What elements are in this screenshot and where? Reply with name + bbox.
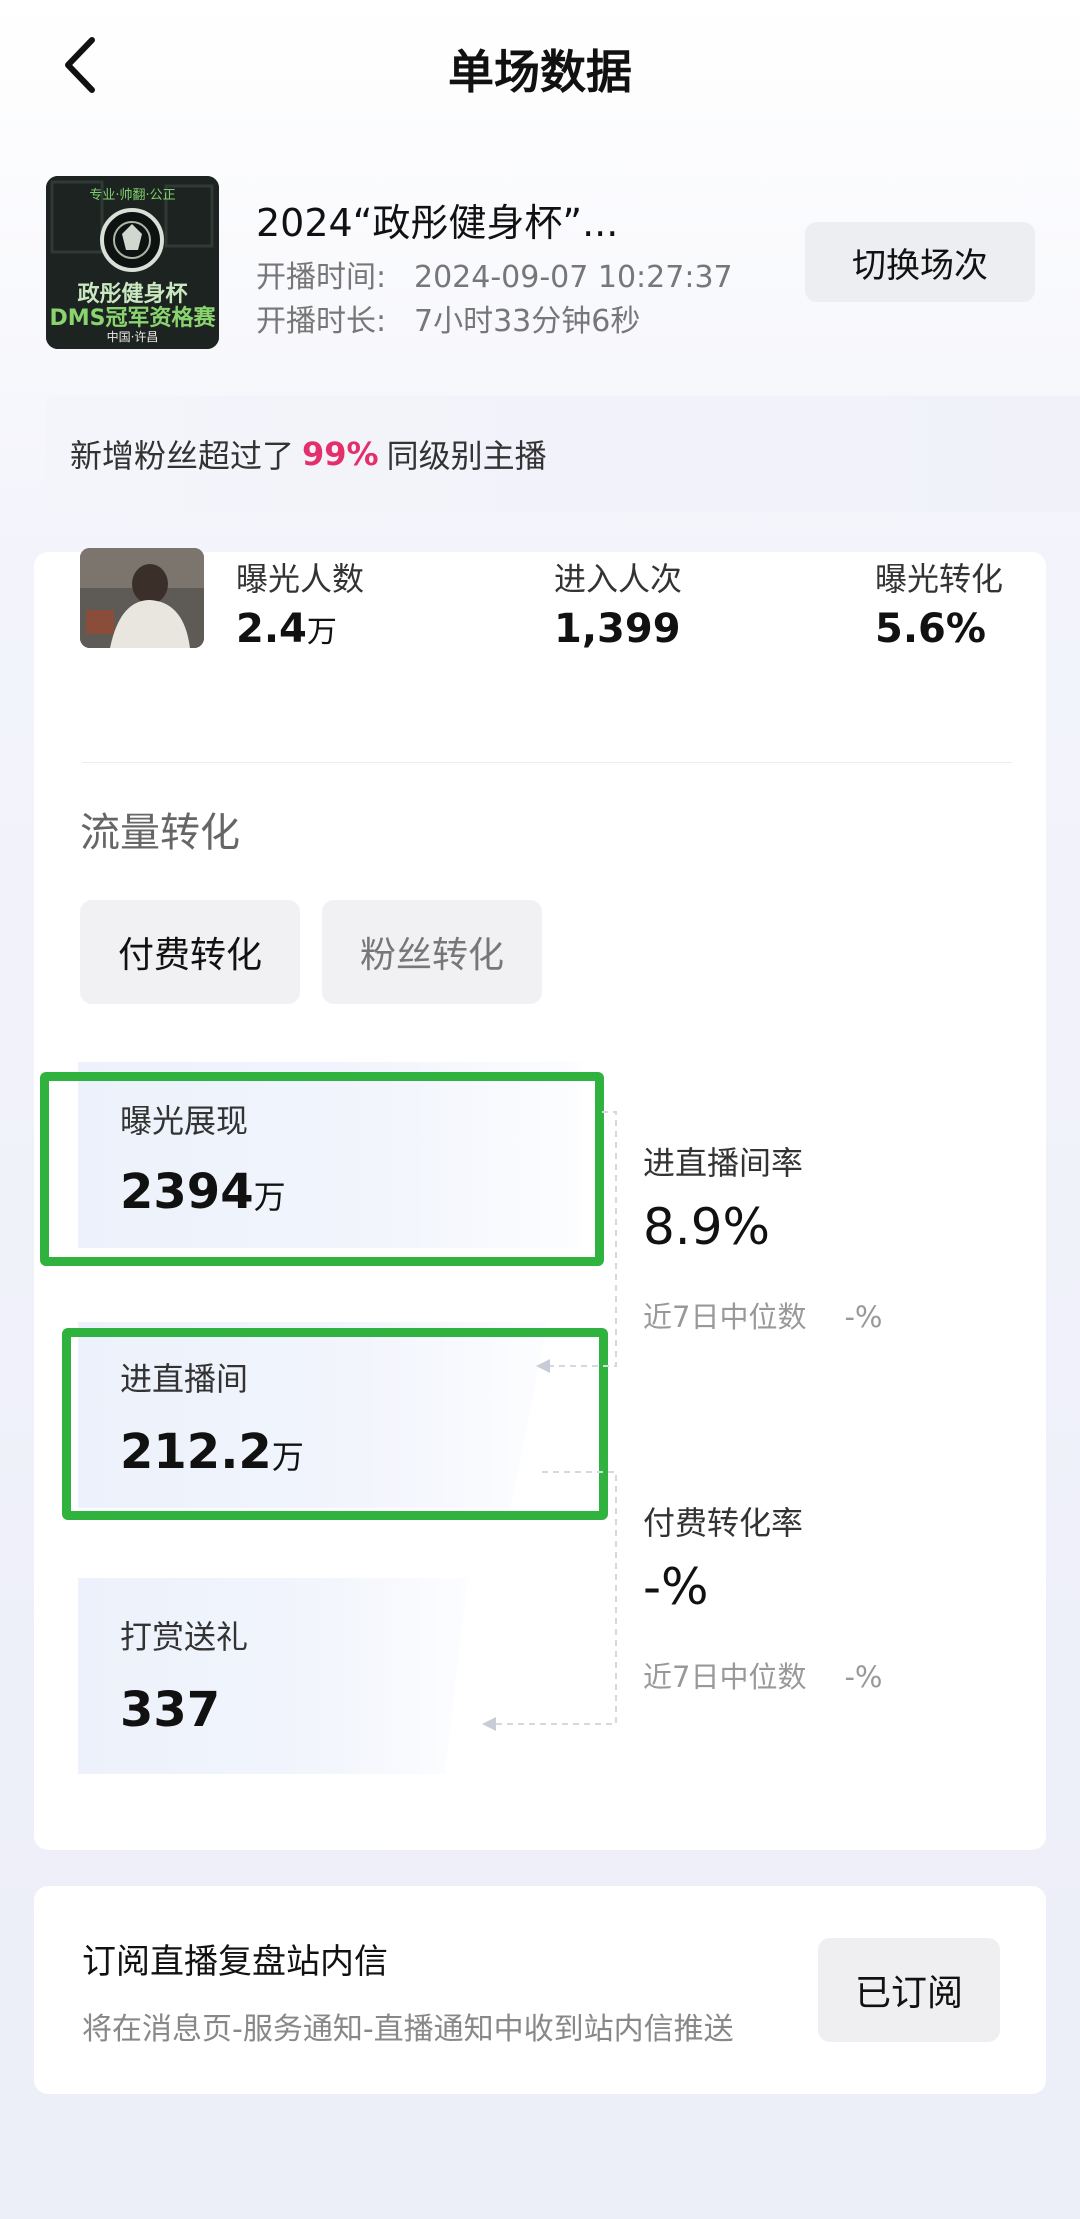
fans-banner-prefix: 新增粉丝超过了	[70, 437, 295, 475]
tab-fans-conversion[interactable]: 粉丝转化	[322, 900, 542, 1004]
subscribed-button[interactable]: 已订阅	[818, 1938, 1000, 2042]
rate-value-paid: -%	[643, 1558, 709, 1616]
start-time-label: 开播时间:	[256, 260, 387, 295]
stat-label-entries: 进入人次	[554, 560, 683, 598]
stat-label-exposure-conversion: 曝光转化	[875, 560, 1004, 598]
stat-label-exposure-users: 曝光人数	[236, 560, 365, 598]
subscribe-description: 将在消息页-服务通知-直播通知中收到站内信推送	[82, 2012, 734, 2047]
duration-value: 7小时33分钟6秒	[414, 304, 641, 339]
switch-session-button[interactable]: 切换场次	[805, 222, 1035, 302]
fans-rank-banner: 新增粉丝超过了 99% 同级别主播	[46, 396, 1080, 512]
rate-label-paid: 付费转化率	[643, 1504, 804, 1542]
divider	[82, 762, 1012, 763]
cover-bottom-text: 中国·许昌	[106, 330, 159, 344]
page-title: 单场数据	[448, 45, 632, 99]
stat-value-exposure-users: 2.4万	[236, 606, 337, 652]
live-cover-image: 专业·帅翻·公正 政彤健身杯 DMS冠军资格赛 中国·许昌	[46, 176, 219, 349]
session-title: 2024“政彤健身杯”...	[256, 201, 619, 245]
rate-label-enter-room: 进直播间率	[643, 1144, 804, 1182]
section-title-traffic: 流量转化	[80, 810, 240, 856]
subscribe-title: 订阅直播复盘站内信	[82, 1942, 388, 1982]
live-thumbnail	[80, 548, 204, 648]
start-time-value: 2024-09-07 10:27:37	[414, 260, 733, 295]
fans-banner-suffix: 同级别主播	[386, 437, 547, 475]
stat-value-exposure-conversion: 5.6%	[875, 606, 986, 652]
rate-median-paid: 近7日中位数 -%	[643, 1660, 883, 1694]
funnel-step-gift	[78, 1578, 468, 1774]
tab-paid-conversion[interactable]: 付费转化	[80, 900, 300, 1004]
duration-label: 开播时长:	[256, 304, 387, 339]
fans-banner-percent: 99%	[302, 435, 379, 473]
cover-top-text: 专业·帅翻·公正	[89, 188, 176, 203]
funnel-connectors	[482, 1111, 617, 1731]
funnel-value-gift: 337	[120, 1682, 221, 1738]
rate-median-enter-room: 近7日中位数 -%	[643, 1300, 883, 1334]
start-time-row: 开播时间: 2024-09-07 10:27:37	[256, 252, 733, 296]
stat-value-entries: 1,399	[554, 606, 681, 652]
funnel-label-gift: 打赏送礼	[120, 1618, 249, 1656]
duration-row: 开播时长: 7小时33分钟6秒	[256, 296, 640, 340]
rate-value-enter-room: 8.9%	[643, 1198, 771, 1256]
